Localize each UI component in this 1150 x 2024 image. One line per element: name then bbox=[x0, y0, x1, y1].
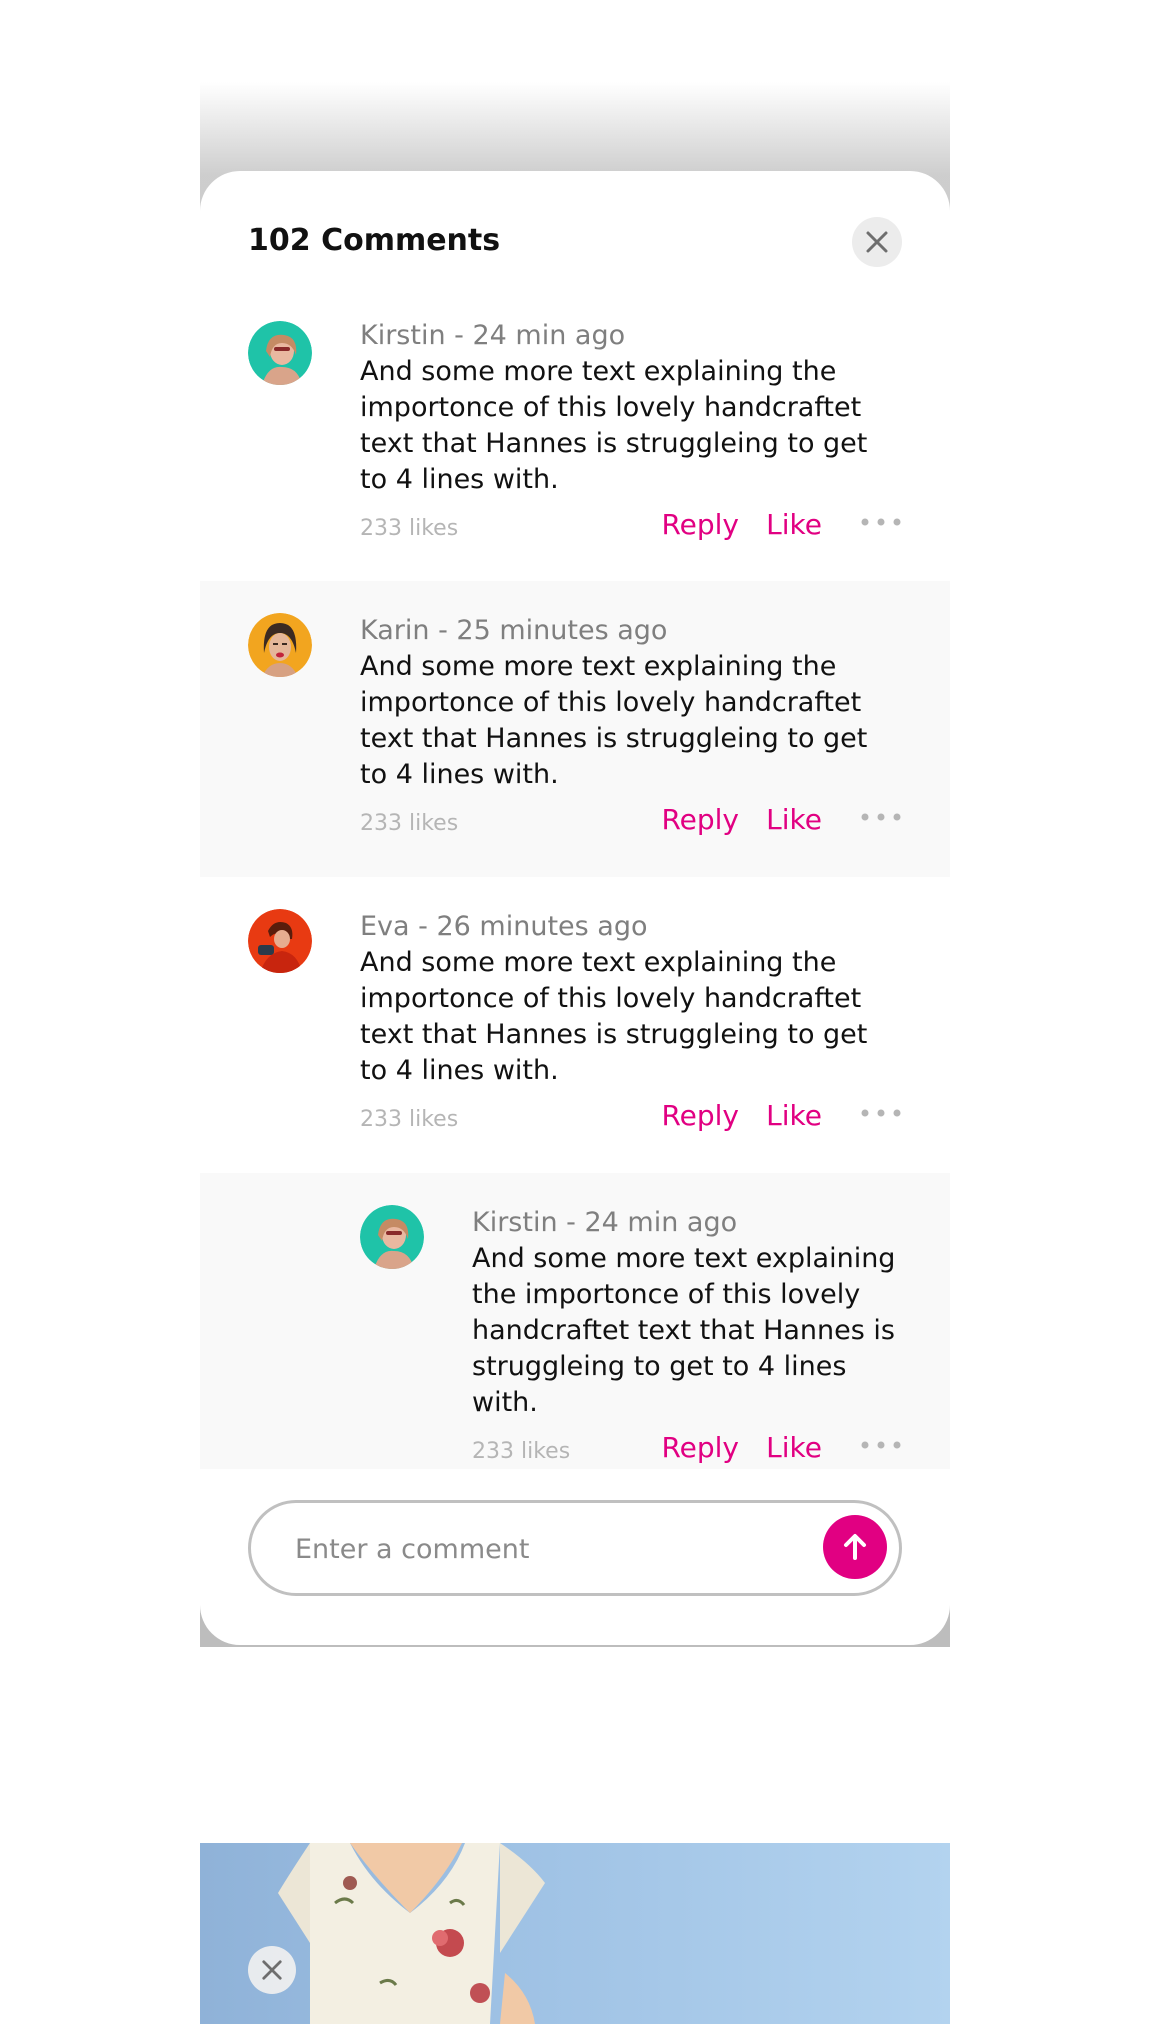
comment-meta: Eva - 26 minutes ago bbox=[360, 911, 648, 942]
arrow-up-icon bbox=[844, 1534, 866, 1560]
comment-meta: Kirstin - 24 min ago bbox=[472, 1207, 738, 1238]
close-sheet-button[interactable] bbox=[852, 217, 902, 267]
likes-count: 233 likes bbox=[472, 1439, 571, 1464]
close-icon bbox=[866, 231, 888, 253]
comment-text: And some more text explaining the import… bbox=[360, 651, 868, 790]
likes-count: 233 likes bbox=[360, 1107, 459, 1132]
avatar[interactable] bbox=[360, 1205, 424, 1269]
comment-item: Eva - 26 minutes ago And some more text … bbox=[200, 877, 950, 1173]
likes-count: 233 likes bbox=[360, 516, 459, 541]
comment-body: Karin - 25 minutes ago And some more tex… bbox=[360, 613, 902, 841]
dress-image bbox=[278, 1843, 545, 2024]
product-photo bbox=[200, 1843, 950, 2024]
comment-actions: 233 likes Reply Like bbox=[360, 506, 902, 546]
like-button[interactable]: Like bbox=[766, 1099, 822, 1132]
more-dots-icon[interactable] bbox=[860, 1435, 902, 1455]
like-button[interactable]: Like bbox=[766, 1431, 822, 1464]
comments-count-title: 102 Comments bbox=[248, 223, 501, 258]
comment-body: Eva - 26 minutes ago And some more text … bbox=[360, 909, 902, 1137]
reply-button[interactable]: Reply bbox=[661, 1099, 739, 1132]
comment-composer bbox=[248, 1500, 902, 1596]
comment-text: And some more text explaining the import… bbox=[472, 1243, 896, 1418]
avatar[interactable] bbox=[248, 321, 312, 385]
reply-item: Kirstin - 24 min ago And some more text … bbox=[200, 1173, 950, 1469]
send-comment-button[interactable] bbox=[823, 1515, 887, 1579]
sheet-header: 102 Comments bbox=[248, 217, 902, 277]
reply-button[interactable]: Reply bbox=[661, 508, 739, 541]
comment-actions: 233 likes Reply Like bbox=[360, 1097, 902, 1137]
close-photo-button[interactable] bbox=[248, 1946, 296, 1994]
comments-sheet: 102 Comments Kirstin - 24 min ago And so… bbox=[200, 171, 950, 1645]
avatar[interactable] bbox=[248, 613, 312, 677]
reply-button[interactable]: Reply bbox=[661, 1431, 739, 1464]
comment-item: Karin - 25 minutes ago And some more tex… bbox=[200, 581, 950, 877]
comment-text: And some more text explaining the import… bbox=[360, 356, 868, 495]
comment-meta: Kirstin - 24 min ago bbox=[360, 320, 626, 351]
comment-actions: 233 likes Reply Like bbox=[360, 801, 902, 841]
comment-actions: 233 likes Reply Like bbox=[472, 1429, 902, 1469]
like-button[interactable]: Like bbox=[766, 803, 822, 836]
more-dots-icon[interactable] bbox=[860, 512, 902, 532]
comment-body: Kirstin - 24 min ago And some more text … bbox=[472, 1205, 902, 1469]
comment-meta: Karin - 25 minutes ago bbox=[360, 615, 668, 646]
comment-body: Kirstin - 24 min ago And some more text … bbox=[360, 318, 902, 546]
like-button[interactable]: Like bbox=[766, 508, 822, 541]
more-dots-icon[interactable] bbox=[860, 807, 902, 827]
avatar[interactable] bbox=[248, 909, 312, 973]
comment-input[interactable] bbox=[293, 1527, 777, 1571]
comment-text: And some more text explaining the import… bbox=[360, 947, 868, 1086]
more-dots-icon[interactable] bbox=[860, 1103, 902, 1123]
comment-item: Kirstin - 24 min ago And some more text … bbox=[200, 306, 950, 602]
close-icon bbox=[262, 1960, 282, 1980]
reply-button[interactable]: Reply bbox=[661, 803, 739, 836]
comments-page: 102 Comments Kirstin - 24 min ago And so… bbox=[0, 0, 1150, 2024]
likes-count: 233 likes bbox=[360, 811, 459, 836]
